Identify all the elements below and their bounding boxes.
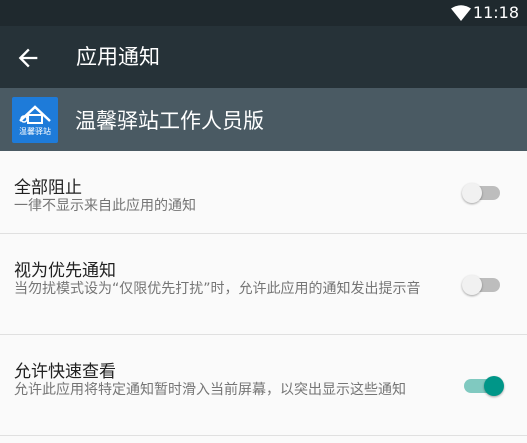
- toggle-switch-on[interactable]: [464, 376, 504, 396]
- setting-description: 当勿扰模式设为“仅限优先打扰”时，允许此应用的通知发出提示音: [14, 281, 421, 297]
- app-icon-label: 温馨驿站: [19, 127, 51, 136]
- setting-title: 允许快速查看: [14, 362, 116, 382]
- house-icon: [19, 105, 51, 124]
- toggle-thumb: [462, 183, 482, 203]
- setting-block-all[interactable]: 全部阻止 一律不显示来自此应用的通知: [0, 151, 527, 234]
- toggle-thumb: [462, 275, 482, 295]
- setting-priority[interactable]: 视为优先通知 当勿扰模式设为“仅限优先打扰”时，允许此应用的通知发出提示音: [0, 234, 527, 335]
- page-title: 应用通知: [76, 45, 160, 69]
- toggle-switch-off[interactable]: [462, 275, 500, 295]
- setting-description: 允许此应用将特定通知暂时滑入当前屏幕，以突出显示这些通知: [14, 382, 406, 398]
- arrow-back-icon[interactable]: [14, 44, 42, 72]
- toolbar: 应用通知: [0, 26, 527, 88]
- setting-description: 一律不显示来自此应用的通知: [14, 198, 196, 214]
- status-time: 11:18: [472, 3, 519, 22]
- setting-title: 视为优先通知: [14, 261, 116, 281]
- status-bar: 11:18: [0, 0, 527, 26]
- toggle-thumb: [484, 376, 504, 396]
- setting-title: 全部阻止: [14, 178, 82, 198]
- app-name: 温馨驿站工作人员版: [75, 109, 264, 133]
- toggle-switch-off[interactable]: [462, 183, 500, 203]
- setting-peek[interactable]: 允许快速查看 允许此应用将特定通知暂时滑入当前屏幕，以突出显示这些通知: [0, 335, 527, 436]
- app-icon: 温馨驿站: [12, 97, 58, 143]
- app-header: 温馨驿站 温馨驿站工作人员版: [0, 88, 527, 151]
- wifi-icon: [451, 5, 471, 21]
